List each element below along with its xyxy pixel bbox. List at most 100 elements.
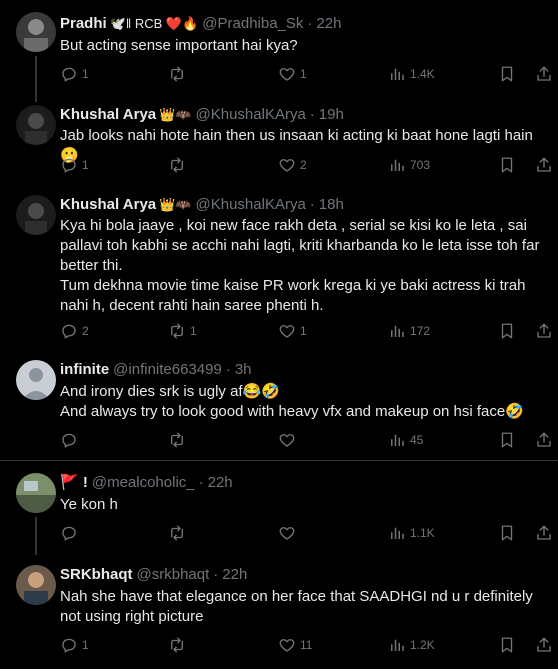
- bookmark-button[interactable]: [498, 430, 516, 450]
- share-button[interactable]: [535, 155, 553, 175]
- retweet-button[interactable]: 1: [168, 321, 197, 341]
- retweet-button[interactable]: [168, 523, 190, 543]
- like-button[interactable]: 11: [278, 635, 312, 655]
- user-handle[interactable]: @mealcoholic_: [92, 473, 195, 493]
- bookmark-icon: [498, 636, 516, 654]
- display-name[interactable]: Pradhi: [60, 14, 107, 34]
- avatar[interactable]: [16, 565, 56, 605]
- tweet-text-line: But acting sense important hai kya?: [60, 37, 298, 54]
- display-name[interactable]: Khushal Arya: [60, 195, 156, 215]
- retweet-icon: [168, 156, 186, 174]
- tweet[interactable]: 🚩 ! @mealcoholic_ · 22h Ye kon h 1.1K: [0, 473, 558, 555]
- tweet-text-line: And irony dies srk is ugly af😂🤣: [60, 383, 280, 400]
- tweet-text-line: Nah she have that elegance on her face t…: [60, 588, 533, 625]
- like-button[interactable]: 2: [278, 155, 307, 175]
- timestamp[interactable]: 19h: [319, 105, 344, 125]
- like-icon: [278, 322, 296, 340]
- reply-button[interactable]: 1: [60, 155, 89, 175]
- tweet-header: Pradhi 🕊️‖ RCB ❤️🔥 @Pradhiba_Sk · 22h: [60, 14, 341, 34]
- views-count: 1.4K: [410, 67, 435, 81]
- user-handle[interactable]: @KhushalKArya: [196, 195, 306, 215]
- bookmark-button[interactable]: [498, 64, 516, 84]
- retweet-icon: [168, 431, 186, 449]
- separator: ·: [309, 106, 315, 123]
- retweet-button[interactable]: [168, 635, 190, 655]
- reply-button[interactable]: [60, 430, 82, 450]
- tweet[interactable]: Khushal Arya 👑🦇 @KhushalKArya · 18h Kya …: [0, 195, 558, 345]
- share-icon: [535, 322, 553, 340]
- views-count: 172: [410, 324, 431, 338]
- bookmark-button[interactable]: [498, 155, 516, 175]
- avatar[interactable]: [16, 360, 56, 400]
- separator: ·: [307, 15, 313, 32]
- like-button[interactable]: [278, 523, 300, 543]
- retweet-icon: [168, 636, 186, 654]
- user-handle[interactable]: @infinite663499: [113, 360, 222, 380]
- share-button[interactable]: [535, 64, 553, 84]
- timestamp[interactable]: 22h: [316, 14, 341, 34]
- like-button[interactable]: 1: [278, 321, 307, 341]
- likes-count: 11: [300, 638, 313, 652]
- timestamp[interactable]: 22h: [222, 565, 247, 585]
- views-count: 1.2K: [410, 638, 435, 652]
- share-button[interactable]: [535, 635, 553, 655]
- like-icon: [278, 431, 296, 449]
- tweet[interactable]: infinite @infinite663499 · 3h And irony …: [0, 360, 558, 455]
- views-icon: [388, 156, 406, 174]
- tweet[interactable]: SRKbhaqt @srkbhaqt · 22h Nah she have th…: [0, 565, 558, 665]
- reply-icon: [60, 65, 78, 83]
- bookmark-icon: [498, 322, 516, 340]
- views-button[interactable]: 703: [388, 155, 430, 175]
- views-button[interactable]: 45: [388, 430, 423, 450]
- share-button[interactable]: [535, 321, 553, 341]
- reply-button[interactable]: 1: [60, 64, 89, 84]
- separator: ·: [309, 196, 315, 213]
- avatar[interactable]: [16, 12, 56, 52]
- reply-icon: [60, 322, 78, 340]
- action-bar: 2 1 1 172: [60, 321, 551, 341]
- replies-count: 1: [82, 158, 89, 172]
- share-icon: [535, 431, 553, 449]
- timestamp[interactable]: 18h: [319, 195, 344, 215]
- user-handle[interactable]: @Pradhiba_Sk: [202, 14, 303, 34]
- retweet-button[interactable]: [168, 155, 190, 175]
- user-handle[interactable]: @srkbhaqt: [137, 565, 210, 585]
- like-button[interactable]: [278, 430, 300, 450]
- separator: ·: [198, 474, 204, 491]
- share-button[interactable]: [535, 523, 553, 543]
- separator: ·: [225, 361, 231, 378]
- user-handle[interactable]: @KhushalKArya: [196, 105, 306, 125]
- avatar[interactable]: [16, 473, 56, 513]
- views-button[interactable]: 1.2K: [388, 635, 435, 655]
- share-button[interactable]: [535, 430, 553, 450]
- views-icon: [388, 322, 406, 340]
- reply-button[interactable]: [60, 523, 82, 543]
- avatar[interactable]: [16, 195, 56, 235]
- like-button[interactable]: 1: [278, 64, 307, 84]
- tweet-text: Nah she have that elegance on her face t…: [60, 587, 542, 627]
- views-button[interactable]: 1.1K: [388, 523, 435, 543]
- tweet[interactable]: Khushal Arya 👑🦇 @KhushalKArya · 19h Jab …: [0, 105, 558, 185]
- bookmark-icon: [498, 65, 516, 83]
- bookmark-button[interactable]: [498, 523, 516, 543]
- timestamp[interactable]: 22h: [208, 473, 233, 493]
- display-name[interactable]: Khushal Arya: [60, 105, 156, 125]
- tweet-text-line: Ye kon h: [60, 496, 118, 513]
- retweet-button[interactable]: [168, 430, 190, 450]
- timestamp[interactable]: 3h: [235, 360, 252, 380]
- display-name[interactable]: 🚩 !: [60, 473, 88, 493]
- bookmark-button[interactable]: [498, 635, 516, 655]
- avatar[interactable]: [16, 105, 56, 145]
- views-button[interactable]: 172: [388, 321, 430, 341]
- retweet-button[interactable]: [168, 64, 190, 84]
- reply-button[interactable]: 1: [60, 635, 89, 655]
- bookmark-button[interactable]: [498, 321, 516, 341]
- replies-count: 2: [82, 324, 89, 338]
- display-name[interactable]: infinite: [60, 360, 109, 380]
- share-icon: [535, 65, 553, 83]
- reply-button[interactable]: 2: [60, 321, 89, 341]
- display-name[interactable]: SRKbhaqt: [60, 565, 133, 585]
- views-button[interactable]: 1.4K: [388, 64, 435, 84]
- share-icon: [535, 524, 553, 542]
- tweet[interactable]: Pradhi 🕊️‖ RCB ❤️🔥 @Pradhiba_Sk · 22h Bu…: [0, 12, 558, 102]
